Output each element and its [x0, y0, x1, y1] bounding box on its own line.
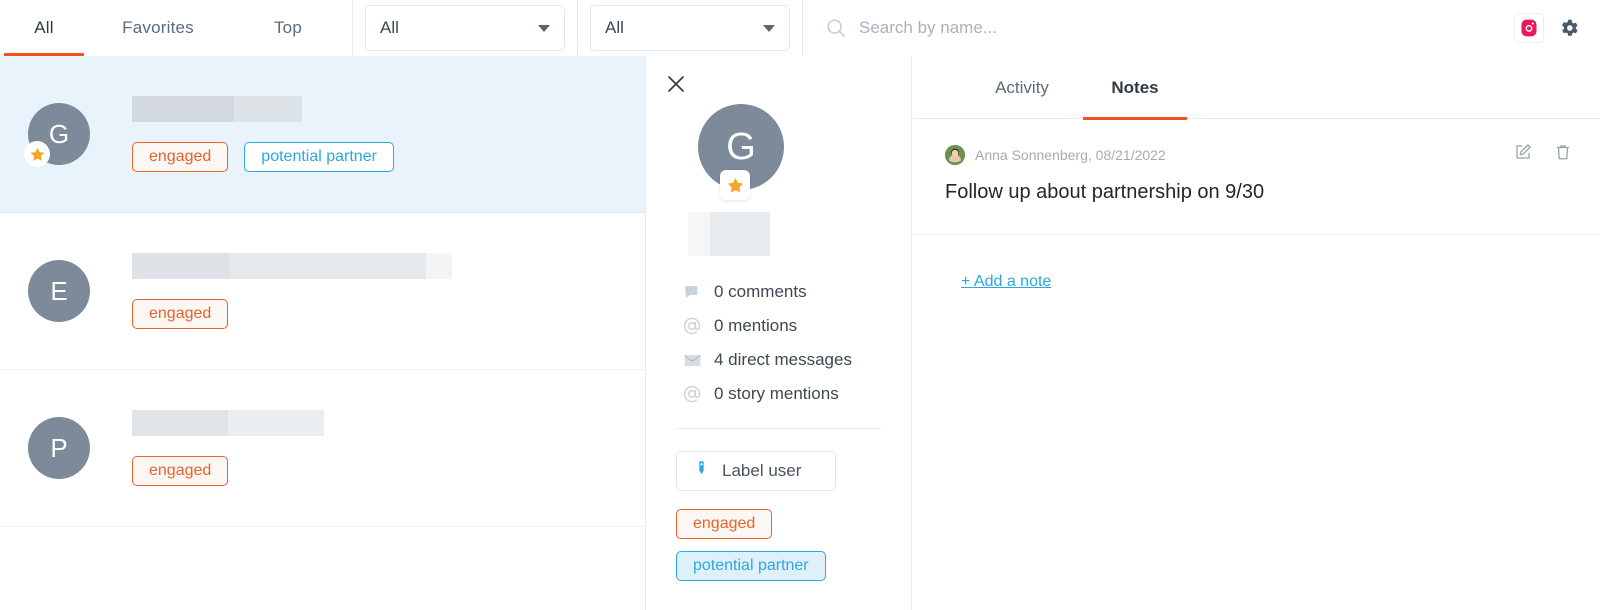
tag-potential-partner[interactable]: potential partner	[676, 551, 826, 581]
search-icon	[825, 17, 847, 39]
note-header: Anna Sonnenberg, 08/21/2022	[945, 145, 1568, 165]
table-row-partial[interactable]	[0, 527, 645, 567]
top-bar: All Favorites Top All All	[0, 0, 1600, 56]
stat-comments: 0 comments	[682, 282, 889, 302]
stat-mentions: 0 mentions	[682, 316, 889, 336]
table-row[interactable]: P engaged	[0, 370, 645, 527]
notes-panel: Activity Notes Anna Sonnenberg, 08/21/20…	[913, 56, 1600, 610]
gear-icon[interactable]	[1554, 13, 1584, 43]
avatar	[945, 145, 965, 165]
search-input[interactable]	[859, 18, 1279, 38]
stat-story-mentions-label: 0 story mentions	[714, 384, 839, 404]
tag-engaged[interactable]: engaged	[132, 456, 228, 486]
favorite-star-icon[interactable]	[720, 170, 750, 200]
tab-favorites[interactable]: Favorites	[88, 0, 228, 56]
avatar-wrap: E	[28, 260, 90, 322]
filter-group: All All	[353, 0, 802, 56]
tab-all[interactable]: All	[0, 0, 88, 56]
tag-engaged[interactable]: engaged	[132, 299, 228, 329]
stat-direct-messages: 4 direct messages	[682, 350, 889, 370]
tab-favorites-label: Favorites	[122, 18, 194, 38]
user-detail-panel: G 0 comments	[645, 56, 912, 610]
mail-icon	[682, 350, 702, 370]
chevron-down-icon	[763, 25, 775, 32]
avatar-wrap: P	[28, 417, 90, 479]
name-redaction	[132, 253, 452, 279]
mention-icon	[682, 384, 702, 404]
tag-icon	[693, 460, 710, 482]
stat-story-mentions: 0 story mentions	[682, 384, 889, 404]
add-note-link[interactable]: + Add a note	[961, 273, 1051, 291]
name-redaction	[132, 96, 394, 122]
tab-activity-label: Activity	[995, 78, 1049, 98]
tab-top[interactable]: Top	[228, 0, 348, 56]
channel-filter-wrap: All	[353, 5, 577, 51]
status-filter-value: All	[605, 18, 763, 38]
avatar: P	[28, 417, 90, 479]
row-body: engaged potential partner	[90, 96, 394, 172]
channel-filter-value: All	[380, 18, 538, 38]
comment-icon	[682, 282, 702, 302]
chevron-down-icon	[538, 25, 550, 32]
stat-mentions-label: 0 mentions	[714, 316, 797, 336]
detail-name-redaction	[688, 212, 770, 256]
favorite-star-icon	[24, 141, 50, 167]
tag-engaged[interactable]: engaged	[676, 509, 772, 539]
user-list[interactable]: G engaged potential partner E	[0, 56, 645, 610]
tab-notes-label: Notes	[1111, 78, 1158, 98]
note-text: Follow up about partnership on 9/30	[945, 181, 1568, 204]
label-user-button[interactable]: Label user	[676, 451, 836, 491]
name-redaction	[132, 410, 324, 436]
label-user-button-label: Label user	[722, 461, 801, 481]
status-filter[interactable]: All	[590, 5, 790, 51]
delete-note-icon[interactable]	[1554, 143, 1572, 161]
detail-divider	[676, 428, 881, 429]
avatar-wrap: G	[28, 103, 90, 165]
instagram-icon[interactable]	[1514, 13, 1544, 43]
tag-potential-partner[interactable]: potential partner	[244, 142, 394, 172]
row-body: engaged	[90, 410, 324, 486]
avatar: E	[28, 260, 90, 322]
table-row[interactable]: G engaged potential partner	[0, 56, 645, 213]
stat-direct-messages-label: 4 direct messages	[714, 350, 852, 370]
app-root: All Favorites Top All All	[0, 0, 1600, 610]
row-tags: engaged	[132, 456, 324, 486]
row-body: engaged	[90, 253, 452, 329]
channel-filter[interactable]: All	[365, 5, 565, 51]
note-meta: Anna Sonnenberg, 08/21/2022	[975, 147, 1166, 163]
tab-all-label: All	[34, 18, 54, 38]
detail-avatar-wrap: G	[698, 104, 784, 190]
detail-stats: 0 comments 0 mentions 4 direct messag	[682, 282, 889, 404]
tab-activity[interactable]: Activity	[961, 56, 1083, 119]
tab-top-label: Top	[274, 18, 302, 38]
detail-tabs: Activity Notes	[913, 56, 1600, 119]
tag-engaged[interactable]: engaged	[132, 142, 228, 172]
row-tags: engaged potential partner	[132, 142, 394, 172]
list-item: Anna Sonnenberg, 08/21/2022 Follow up ab…	[913, 119, 1600, 235]
stat-comments-label: 0 comments	[714, 282, 807, 302]
table-row[interactable]: E engaged	[0, 213, 645, 370]
row-tags: engaged	[132, 299, 452, 329]
tab-notes[interactable]: Notes	[1083, 56, 1187, 119]
detail-tags: engaged potential partner	[676, 509, 889, 581]
close-icon[interactable]	[664, 72, 688, 96]
top-right-actions	[1514, 0, 1600, 56]
list-tabs: All Favorites Top	[0, 0, 352, 56]
mention-icon	[682, 316, 702, 336]
note-actions	[1514, 143, 1572, 161]
search-area	[803, 0, 1514, 56]
edit-note-icon[interactable]	[1514, 143, 1532, 161]
status-filter-wrap: All	[578, 5, 802, 51]
